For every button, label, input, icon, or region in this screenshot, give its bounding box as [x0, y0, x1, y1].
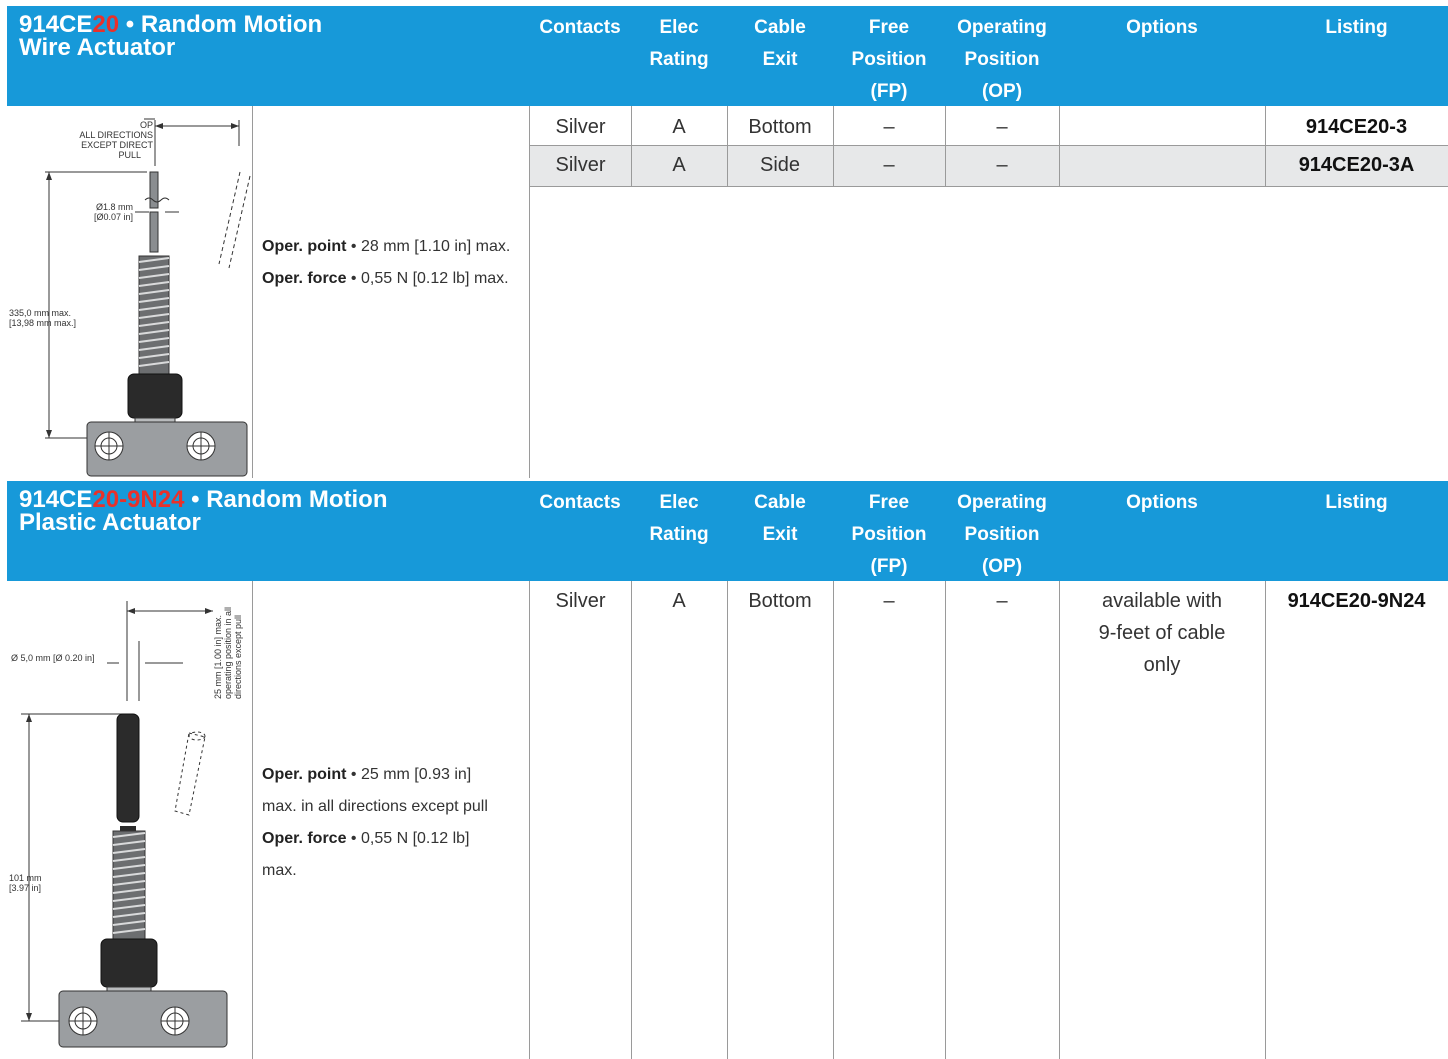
- col-header-contacts: Contacts: [539, 492, 621, 513]
- product-section-plastic-actuator: 914CE20-9N24 • Random Motion Plastic Act…: [7, 481, 1448, 1059]
- title-actuator: Wire Actuator: [19, 34, 176, 61]
- spec-point-value: max. in all directions except pull: [262, 798, 488, 815]
- spec-point-value: 25 mm [0.93 in]: [360, 766, 472, 783]
- spec-force-value: 0,55 N [0.12 lb] max.: [360, 270, 509, 287]
- label-op: OP: [140, 120, 153, 130]
- cell-free-position: –: [883, 154, 895, 176]
- label-operating-travel: operating position in all: [223, 607, 233, 699]
- cell-elec-rating: A: [672, 116, 686, 138]
- label-length: 101 mm: [9, 873, 42, 883]
- col-header-operating-position: Operating Position (OP): [957, 17, 1047, 102]
- spec-point-value: 28 mm [1.10 in] max.: [360, 238, 511, 255]
- spec-point-label: Oper. point: [262, 238, 347, 255]
- col-header-listing: Listing: [1325, 492, 1388, 513]
- label-length: 335,0 mm max.: [9, 308, 71, 318]
- spec-point-label: Oper. point: [262, 766, 347, 783]
- cell-elec-rating: A: [672, 154, 686, 176]
- label-directions: PULL: [118, 150, 141, 160]
- cell-options: available with 9-feet of cable only: [1098, 590, 1226, 676]
- cell-listing: 914CE20-3A: [1298, 154, 1415, 176]
- plastic-actuator-drawing: 25 mm [1.00 in] max. operating position …: [9, 601, 243, 1048]
- spec-force-label: Oper. force: [262, 830, 347, 847]
- cell-cable-exit: Bottom: [748, 590, 812, 612]
- col-header-cable-exit: Cable Exit: [754, 492, 806, 545]
- section-title: 914CE20-9N24 • Random Motion Plastic Act…: [19, 486, 388, 536]
- label-operating-travel: directions except pull: [233, 615, 243, 699]
- title-actuator: Plastic Actuator: [19, 509, 201, 536]
- label-length: [13,98 mm max.]: [9, 318, 76, 328]
- col-header-listing: Listing: [1325, 17, 1388, 38]
- spec-force-value: 0,55 N [0.12 lb]: [360, 830, 470, 847]
- col-header-operating-position: Operating Position (OP): [957, 492, 1047, 577]
- cell-free-position: –: [883, 116, 895, 138]
- operating-specs: Oper. point • 25 mm [0.93 in] max. in al…: [262, 759, 527, 887]
- title-type: • Random Motion: [184, 486, 388, 513]
- section-title: 914CE20 • Random Motion Wire Actuator: [19, 13, 322, 61]
- col-header-options: Options: [1126, 492, 1198, 513]
- col-header-free-position: Free Position (FP): [851, 17, 927, 102]
- cell-contacts: Silver: [555, 116, 606, 138]
- section-header: 914CE20 • Random Motion Wire Actuator Co…: [7, 6, 1448, 106]
- wire-actuator-drawing: OP ALL DIRECTIONS EXCEPT DIRECT PULL Ø1.…: [9, 118, 251, 477]
- col-header-contacts: Contacts: [539, 17, 621, 38]
- cell-operating-position: –: [996, 116, 1008, 138]
- label-diameter: Ø 5,0 mm [Ø 0.20 in]: [11, 653, 95, 663]
- label-operating-travel: 25 mm [1.00 in] max.: [213, 615, 223, 699]
- label-diameter: Ø1.8 mm: [96, 202, 133, 212]
- cell-listing: 914CE20-3: [1305, 116, 1408, 138]
- col-header-elec-rating: Elec Rating: [649, 492, 709, 545]
- cell-free-position: –: [883, 590, 895, 612]
- col-header-options: Options: [1126, 17, 1198, 38]
- cell-operating-position: –: [996, 590, 1008, 612]
- col-header-elec-rating: Elec Rating: [649, 17, 709, 70]
- label-length: [3.97 in]: [9, 883, 41, 893]
- section-header: 914CE20-9N24 • Random Motion Plastic Act…: [7, 481, 1448, 581]
- col-header-free-position: Free Position (FP): [851, 492, 927, 577]
- label-diameter: [Ø0.07 in]: [94, 212, 133, 222]
- cell-contacts: Silver: [555, 590, 606, 612]
- label-directions: ALL DIRECTIONS: [79, 130, 153, 140]
- cell-elec-rating: A: [672, 590, 686, 612]
- cell-cable-exit: Bottom: [748, 116, 812, 138]
- label-directions: EXCEPT DIRECT: [81, 140, 153, 150]
- col-header-cable-exit: Cable Exit: [754, 17, 806, 70]
- cell-operating-position: –: [996, 154, 1008, 176]
- cell-contacts: Silver: [555, 154, 606, 176]
- operating-specs: Oper. point • 28 mm [1.10 in] max. Oper.…: [262, 238, 511, 287]
- spec-force-value: max.: [262, 862, 297, 879]
- cell-listing: 914CE20-9N24: [1287, 590, 1426, 612]
- spec-force-label: Oper. force: [262, 270, 347, 287]
- cell-cable-exit: Side: [759, 154, 801, 176]
- product-section-wire-actuator: 914CE20 • Random Motion Wire Actuator Co…: [7, 6, 1448, 478]
